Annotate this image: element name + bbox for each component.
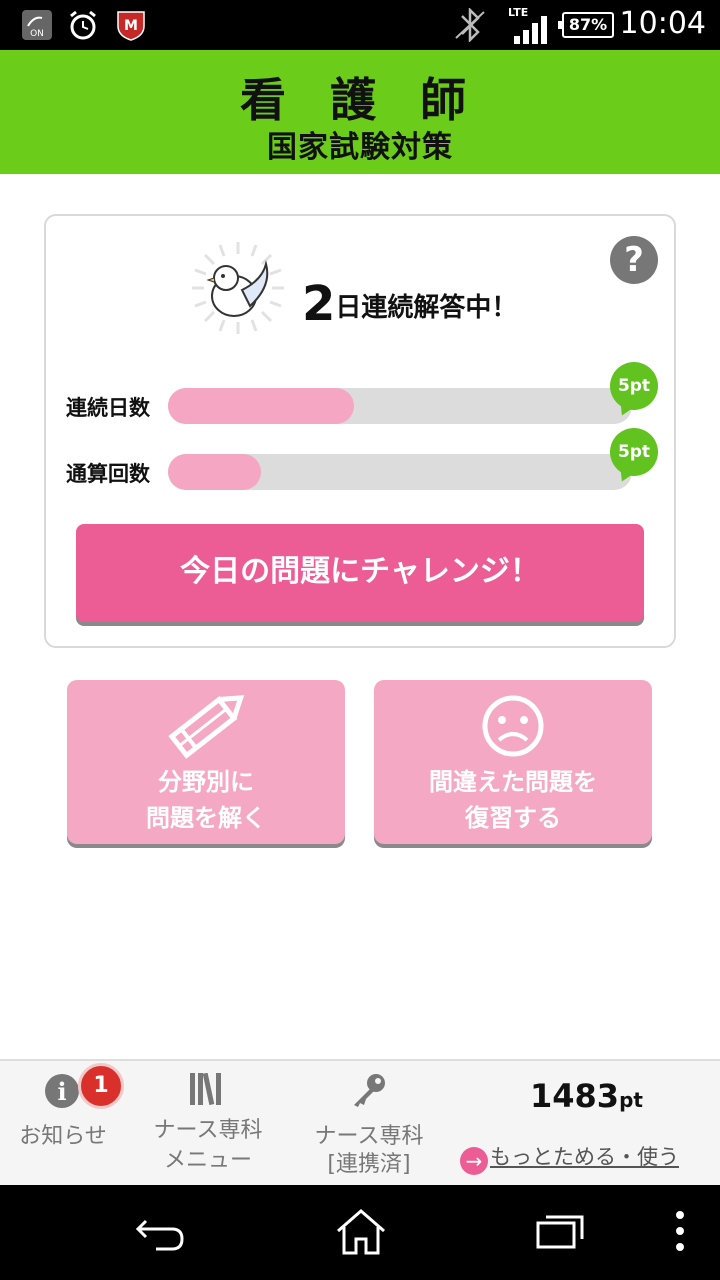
- streak-message: 2日連続解答中！: [302, 276, 517, 332]
- arrow-right-icon: →: [460, 1147, 488, 1175]
- mcafee-icon: M: [117, 11, 145, 41]
- app-header: 看 護 師 国家試験対策: [0, 50, 720, 174]
- nfc-on-icon: ON: [22, 10, 52, 40]
- consecutive-days-point-badge: 5pt: [610, 362, 658, 410]
- points-display: 1483pt: [530, 1077, 643, 1115]
- app-title: 看 護 師: [239, 73, 481, 127]
- svg-text:i: i: [57, 1077, 66, 1106]
- back-icon[interactable]: [132, 1207, 188, 1257]
- nurse-linked-line1: ナース専科: [314, 1124, 424, 1149]
- study-by-field-line2: 問題を解く: [146, 804, 266, 832]
- help-icon[interactable]: ?: [610, 236, 658, 284]
- consecutive-days-bar: [168, 388, 632, 424]
- sad-face-icon: [482, 695, 544, 757]
- recent-apps-icon[interactable]: [534, 1207, 588, 1257]
- review-mistakes-line2: 復習する: [465, 804, 561, 832]
- app-subtitle: 国家試験対策: [267, 130, 453, 165]
- system-nav-bar: [0, 1185, 720, 1280]
- consecutive-days-label: 連続日数: [66, 396, 150, 420]
- review-mistakes-line1: 間違えた問題を: [429, 768, 597, 796]
- svg-text:M: M: [124, 18, 138, 34]
- nurse-linked-line2: [連携済]: [327, 1152, 411, 1177]
- notice-label: お知らせ: [19, 1124, 107, 1149]
- overflow-menu-icon[interactable]: [670, 1207, 690, 1257]
- books-icon: [190, 1073, 221, 1105]
- points-unit: pt: [619, 1088, 643, 1112]
- info-icon: i: [45, 1074, 79, 1108]
- streak-count: 2: [302, 276, 336, 332]
- notice-count-badge: 1: [78, 1063, 124, 1109]
- review-mistakes-button[interactable]: 間違えた問題を 復習する: [374, 680, 652, 844]
- total-answers-bar: [168, 454, 632, 490]
- earn-and-use-points-link[interactable]: → もっとためる・使う: [460, 1141, 679, 1175]
- clock: 10:04: [619, 6, 706, 41]
- streak-text: 日連続解答中！: [335, 293, 518, 323]
- nurse-menu-line2: メニュー: [163, 1148, 252, 1173]
- signal-icon: [514, 16, 547, 44]
- daily-challenge-button[interactable]: 今日の問題にチャレンジ！: [76, 524, 644, 622]
- pencil-icon: [168, 695, 245, 759]
- earn-and-use-label: もっとためる・使う: [490, 1145, 679, 1169]
- total-answers-point-badge: 5pt: [610, 428, 658, 476]
- key-icon: [354, 1074, 385, 1107]
- alarm-icon: [70, 10, 96, 40]
- total-answers-label: 通算回数: [66, 462, 150, 486]
- bottom-bar: i 1 お知らせ ナース専科 メニュー ナース専科 [連携済] 1483pt →…: [0, 1059, 720, 1185]
- nurse-menu-line1: ナース専科: [153, 1118, 263, 1143]
- home-icon[interactable]: [334, 1207, 388, 1257]
- battery-icon: 87%: [558, 12, 614, 38]
- points-value: 1483: [530, 1077, 620, 1115]
- consecutive-days-fill: [168, 388, 354, 424]
- total-answers-fill: [168, 454, 261, 490]
- study-by-field-button[interactable]: 分野別に 問題を解く: [67, 680, 345, 844]
- svg-text:ON: ON: [30, 29, 44, 39]
- streak-card: ? 2日連続解答中！ 連続日数 5pt 通算回数 5pt 今日の問題にチャレンジ…: [44, 214, 676, 648]
- study-by-field-line1: 分野別に: [158, 768, 254, 796]
- bluetooth-icon: [455, 8, 485, 42]
- status-bar: ON M LTE 87% 10:04: [0, 0, 720, 50]
- bird-mascot-icon: [192, 242, 284, 334]
